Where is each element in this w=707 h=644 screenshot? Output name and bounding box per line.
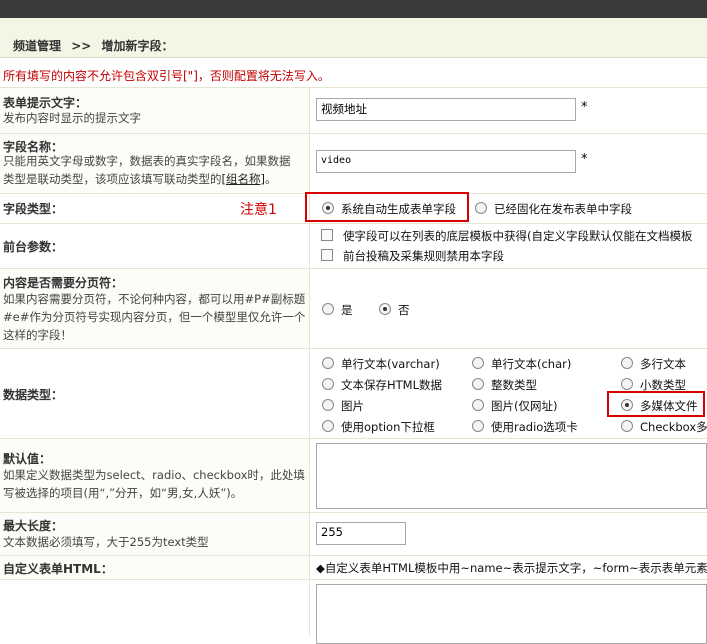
checkbox-icon[interactable] <box>321 229 333 241</box>
front-params-label: 前台参数： <box>3 240 64 254</box>
row-default-value: 默认值： 如果定义数据类型为select、radio、checkbox时，此处填… <box>0 438 707 512</box>
row-front-params: 前台参数： 使字段可以在列表的底层模板中获得(自定义字段默认仅能在文档模板 前台… <box>0 223 707 268</box>
row-custom-html: 自定义表单HTML： ◆自定义表单HTML模板中用~name~表示提示文字，~f… <box>0 555 707 579</box>
row-prompt: 表单提示文字： 发布内容时显示的提示文字 视频地址 * <box>0 87 707 133</box>
row-data-type: 数据类型： 单行文本(varchar) 单行文本(char) 多行文本 文本保存… <box>0 348 707 438</box>
radio-icon[interactable] <box>322 399 334 411</box>
max-length-label: 最大长度： <box>3 519 64 533</box>
field-type-option-auto[interactable]: 系统自动生成表单字段 <box>322 201 456 217</box>
data-type-select[interactable]: 使用option下拉框 <box>322 419 435 435</box>
data-type-image-url[interactable]: 图片(仅网址) <box>472 398 557 414</box>
radio-icon[interactable] <box>322 420 334 432</box>
radio-icon[interactable] <box>472 399 484 411</box>
radio-icon[interactable] <box>472 378 484 390</box>
row-field-type: 字段类型： 注意1 系统自动生成表单字段 已经固化在发布表单中字段 <box>0 192 707 223</box>
radio-icon[interactable] <box>475 202 487 214</box>
breadcrumb-section[interactable]: 频道管理 <box>13 39 61 53</box>
data-type-varchar[interactable]: 单行文本(varchar) <box>322 356 440 372</box>
radio-icon[interactable] <box>322 202 334 214</box>
default-value-desc: 如果定义数据类型为select、radio、checkbox时，此处填 写被选择… <box>3 468 305 500</box>
radio-icon[interactable] <box>621 420 633 432</box>
top-bar <box>0 0 707 18</box>
custom-html-label: 自定义表单HTML： <box>3 562 113 576</box>
radio-icon[interactable] <box>621 357 633 369</box>
data-type-multiline[interactable]: 多行文本 <box>621 356 686 372</box>
data-type-media[interactable]: 多媒体文件 <box>621 398 698 414</box>
default-value-textarea[interactable] <box>316 443 707 509</box>
radio-icon[interactable] <box>472 357 484 369</box>
field-type-label: 字段类型： <box>3 202 64 216</box>
custom-html-textarea[interactable] <box>316 584 707 644</box>
row-max-length: 最大长度： 文本数据必须填写，大于255为text类型 255 <box>0 512 707 555</box>
group-name-link[interactable]: [组名称] <box>222 172 265 186</box>
front-param-disable-submit[interactable]: 前台投稿及采集规则禁用本字段 <box>321 248 504 264</box>
prompt-desc: 发布内容时显示的提示文字 <box>3 111 141 125</box>
radio-icon[interactable] <box>322 357 334 369</box>
data-type-radio[interactable]: 使用radio选项卡 <box>472 419 578 435</box>
data-type-char[interactable]: 单行文本(char) <box>472 356 571 372</box>
radio-icon[interactable] <box>322 378 334 390</box>
pagination-label: 内容是否需要分页符： <box>3 276 124 290</box>
breadcrumb-page: 增加新字段： <box>101 39 174 53</box>
data-type-html[interactable]: 文本保存HTML数据 <box>322 377 442 393</box>
field-name-desc: 只能用英文字母或数字，数据表的真实字段名，如果数据 类型是联动类型，该项应该填写… <box>3 154 291 186</box>
data-type-label: 数据类型： <box>3 388 64 402</box>
max-length-desc: 文本数据必须填写，大于255为text类型 <box>3 535 209 549</box>
annotation-note: 注意1 <box>240 202 277 218</box>
radio-icon[interactable] <box>472 420 484 432</box>
row-pagination: 内容是否需要分页符： 如果内容需要分页符，不论何种内容，都可以用#P#副标题 #… <box>0 268 707 348</box>
prompt-input[interactable]: 视频地址 <box>316 98 576 121</box>
default-value-label: 默认值： <box>3 452 52 466</box>
pagination-option-yes[interactable]: 是 <box>322 302 353 318</box>
breadcrumb-separator: >> <box>71 39 92 53</box>
required-mark: * <box>581 152 588 167</box>
data-type-checkbox[interactable]: Checkbox多选 <box>621 419 707 435</box>
checkbox-icon[interactable] <box>321 249 333 261</box>
pagination-option-no[interactable]: 否 <box>379 302 410 318</box>
pagination-desc: 如果内容需要分页符，不论何种内容，都可以用#P#副标题 #e#作为分页符号实现内… <box>3 292 306 342</box>
row-custom-html-area <box>0 579 707 644</box>
data-type-int[interactable]: 整数类型 <box>472 377 537 393</box>
radio-icon[interactable] <box>379 303 391 315</box>
breadcrumb: 频道管理 >> 增加新字段： <box>0 18 707 58</box>
custom-html-hint: ◆自定义表单HTML模板中用~name~表示提示文字，~form~表示表单元素。 <box>316 561 707 575</box>
radio-icon[interactable] <box>621 378 633 390</box>
field-name-input[interactable]: video <box>316 150 576 173</box>
field-type-option-fixed[interactable]: 已经固化在发布表单中字段 <box>475 201 632 217</box>
front-param-list-template[interactable]: 使字段可以在列表的底层模板中获得(自定义字段默认仅能在文档模板 <box>321 228 692 244</box>
row-field-name: 字段名称： 只能用英文字母或数字，数据表的真实字段名，如果数据 类型是联动类型，… <box>0 133 707 193</box>
required-mark: * <box>581 100 588 115</box>
warning-text: 所有填写的内容不允许包含双引号["]，否则配置将无法写入。 <box>3 69 330 83</box>
radio-icon[interactable] <box>621 399 633 411</box>
max-length-input[interactable]: 255 <box>316 522 406 545</box>
data-type-image[interactable]: 图片 <box>322 398 364 414</box>
radio-icon[interactable] <box>322 303 334 315</box>
